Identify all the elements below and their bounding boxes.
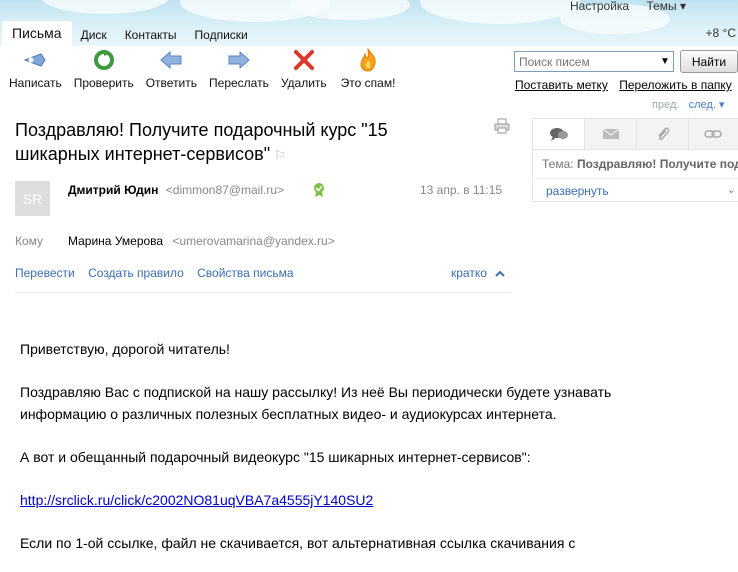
body-paragraph: Поздравляю Вас с подпиской на нашу рассы… [20, 384, 612, 422]
avatar: SR [15, 181, 50, 216]
sender: Дмитрий Юдин <dimmon87@mail.ru> [68, 183, 284, 197]
paperclip-icon [657, 127, 669, 141]
cloud-decoration [290, 0, 410, 20]
message-pager: пред. след. ▾ [652, 98, 724, 111]
flag-icon[interactable]: ⚐ [274, 148, 286, 163]
message-date: 13 апр. в 11:15 [420, 183, 503, 197]
print-icon[interactable] [494, 118, 510, 137]
tab-subscriptions[interactable]: Подписки [186, 28, 257, 46]
forward-button[interactable]: Переслать [204, 48, 276, 94]
link-icon [704, 130, 722, 138]
expand-link[interactable]: развернуть ⌄ [533, 178, 738, 203]
recipient-email[interactable]: <umerovamarina@yandex.ru> [172, 234, 334, 248]
download-link[interactable]: http://srclick.ru/click/c2002NO81uqVBA7a… [20, 492, 373, 508]
tab-attachments[interactable] [637, 119, 689, 149]
weather-widget[interactable]: +8 °C [706, 26, 736, 40]
header-bar: Настройка Темы ▾ +8 °C Письма Диск Конта… [0, 0, 738, 46]
check-mail-label: Проверить [73, 76, 134, 90]
tab-contacts[interactable]: Контакты [116, 28, 186, 46]
side-panel-subject: Тема: Поздравляю! Получите подарочный ку… [533, 150, 738, 178]
move-to-folder-link[interactable]: Переложить в папку [619, 78, 732, 92]
themes-link[interactable]: Темы ▾ [646, 0, 686, 13]
reply-label: Ответить [145, 76, 198, 90]
tab-messages[interactable] [585, 119, 637, 149]
chevron-up-icon [495, 266, 505, 280]
compose-label: Написать [9, 76, 62, 90]
expand-label: развернуть [546, 184, 609, 198]
tab-links[interactable] [689, 119, 737, 149]
body-paragraph: А вот и обещанный подарочный видеокурс "… [20, 449, 531, 465]
message-side-panel: Тема: Поздравляю! Получите подарочный ку… [532, 118, 738, 202]
recipient-name[interactable]: Марина Умерова [68, 234, 163, 248]
search-input[interactable] [514, 51, 658, 72]
reply-button[interactable]: Ответить [141, 48, 204, 94]
tab-disk[interactable]: Диск [72, 28, 116, 46]
set-label-link[interactable]: Поставить метку [515, 78, 608, 92]
label-links: Поставить метку Переложить в папку [515, 78, 738, 92]
prev-message-link[interactable]: пред. [652, 99, 679, 111]
subject-value: Поздравляю! Получите подарочный курс [576, 157, 738, 171]
chat-bubbles-icon [549, 128, 568, 141]
tab-conversation[interactable] [533, 119, 585, 149]
find-button[interactable]: Найти [680, 50, 738, 73]
header-divider [15, 292, 510, 293]
spam-button[interactable]: Это спам! [336, 48, 401, 94]
message-properties-link[interactable]: Свойства письма [197, 266, 293, 280]
translate-link[interactable]: Перевести [15, 266, 75, 280]
reply-icon [158, 48, 184, 72]
spam-label: Это спам! [340, 76, 396, 90]
spam-icon [355, 48, 381, 72]
compose-icon [22, 48, 48, 72]
check-mail-button[interactable]: Проверить [69, 48, 141, 94]
verified-sender-icon [312, 182, 326, 201]
next-message-link[interactable]: след. [689, 99, 716, 111]
delete-label: Удалить [280, 76, 327, 90]
forward-icon [226, 48, 252, 72]
cloud-decoration [40, 0, 170, 14]
forward-label: Переслать [209, 76, 269, 90]
collapse-header-link[interactable]: кратко [451, 266, 505, 280]
mail-toolbar: Написать Проверить Ответить Переслать Уд… [0, 48, 400, 94]
brief-label: кратко [451, 266, 487, 280]
body-paragraph: Если по 1-ой ссылке, файл не скачивается… [20, 535, 576, 551]
settings-link[interactable]: Настройка [570, 0, 629, 13]
refresh-icon [91, 48, 117, 72]
subject-label: Тема: [542, 157, 574, 171]
chevron-down-icon: ▾ [718, 99, 725, 111]
compose-button[interactable]: Написать [0, 48, 69, 94]
body-paragraph: Приветствую, дорогой читатель! [20, 341, 230, 357]
message-actions: Перевести Создать правило Свойства письм… [15, 266, 304, 280]
envelope-icon [602, 128, 619, 139]
delete-button[interactable]: Удалить [276, 48, 336, 94]
sender-name[interactable]: Дмитрий Юдин [68, 183, 158, 197]
side-panel-tabs [533, 119, 738, 150]
sender-email[interactable]: <dimmon87@mail.ru> [166, 183, 284, 197]
chevron-down-icon: ⌄ [726, 184, 736, 196]
tab-mail[interactable]: Письма [2, 21, 72, 46]
chevron-down-icon: ▼ [660, 56, 670, 67]
to-label: Кому [15, 234, 44, 248]
message-body: Приветствую, дорогой читатель! Поздравля… [20, 338, 620, 572]
top-links: Настройка Темы ▾ [556, 0, 686, 13]
subject-text: Поздравляю! Получите подарочный курс "15… [15, 120, 388, 164]
delete-icon [291, 48, 317, 72]
message-subject: Поздравляю! Получите подарочный курс "15… [15, 118, 475, 168]
search-dropdown-button[interactable]: ▼ [657, 51, 674, 72]
recipient: Марина Умерова <umerovamarina@yandex.ru> [68, 234, 335, 248]
service-tabs: Письма Диск Контакты Подписки [0, 20, 257, 46]
create-rule-link[interactable]: Создать правило [88, 266, 184, 280]
body-link-paragraph: http://srclick.ru/click/c2002NO81uqVBA7a… [20, 489, 620, 511]
